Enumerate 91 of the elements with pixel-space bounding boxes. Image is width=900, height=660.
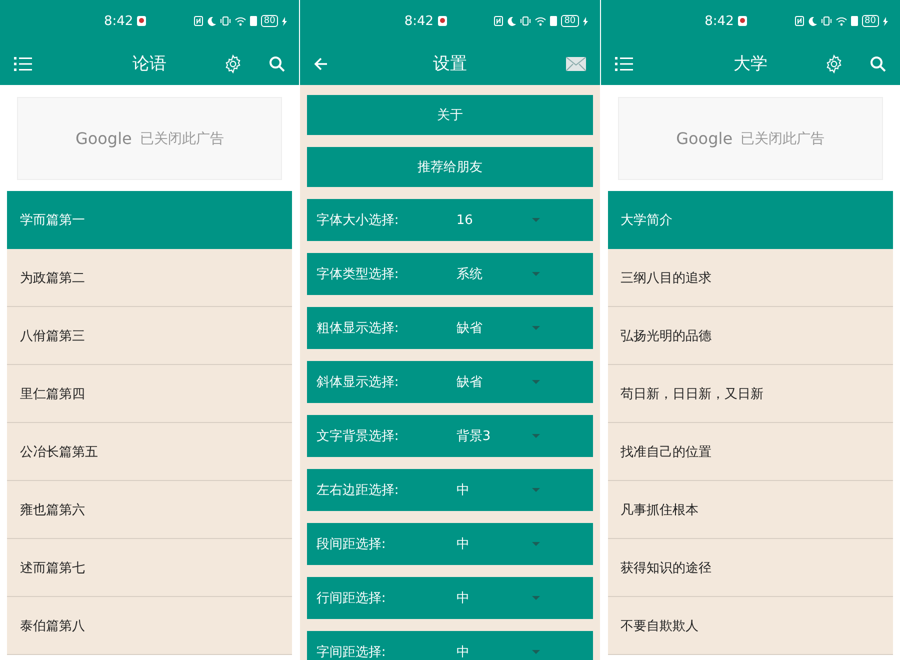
chapter-item[interactable]: 获得知识的途径 (608, 539, 893, 597)
ad-brand: Google (676, 129, 733, 148)
vibrate-icon (520, 16, 532, 26)
chapter-item[interactable]: 找准自己的位置 (608, 423, 893, 481)
notification-icon (438, 16, 447, 26)
chapter-item[interactable]: 弘扬光明的品德 (608, 307, 893, 365)
chapter-item[interactable]: 大学简介 (608, 191, 893, 249)
status-time: 8:42 (404, 14, 434, 28)
chapter-item[interactable]: 里仁篇第四 (7, 365, 292, 423)
search-button[interactable] (269, 56, 286, 72)
nfc-icon (494, 16, 504, 26)
status-time: 8:42 (704, 14, 734, 28)
setting-dropdown[interactable]: 中 (456, 481, 540, 499)
moon-icon (808, 16, 817, 26)
menu-icon (614, 56, 633, 70)
caret-icon (532, 434, 540, 438)
wifi-icon (535, 16, 546, 26)
setting-dropdown[interactable]: 中 (456, 535, 540, 553)
back-arrow-icon (314, 56, 328, 70)
screen-title: 设置 (432, 53, 467, 75)
setting-label: 段间距选择: (316, 536, 387, 553)
setting-dropdown[interactable]: 系统 (456, 265, 540, 283)
wifi-icon (234, 16, 246, 26)
setting-label: 字体大小选择: (316, 212, 400, 229)
caret-icon (532, 596, 540, 600)
charging-icon (282, 16, 288, 26)
setting-dropdown[interactable]: 缺省 (456, 373, 540, 391)
mail-button[interactable] (566, 56, 586, 70)
setting-label: 文字背景选择: (316, 428, 400, 445)
setting-label: 左右边距选择: (316, 482, 400, 499)
caret-icon (532, 542, 540, 546)
chapter-item[interactable]: 为政篇第二 (7, 249, 292, 307)
charging-icon (582, 16, 588, 26)
chapter-item[interactable]: 泰伯篇第八 (7, 597, 292, 655)
moon-icon (507, 16, 516, 26)
chapter-item[interactable]: 雍也篇第六 (7, 481, 292, 539)
caret-icon (532, 650, 540, 654)
vibrate-icon (820, 16, 832, 26)
battery-level: 80 (260, 15, 278, 27)
chapter-item[interactable]: 学而篇第一 (7, 191, 292, 249)
chapter-item[interactable]: 八佾篇第三 (7, 307, 292, 365)
setting-dropdown[interactable]: 背景3 (456, 427, 540, 445)
setting-dropdown[interactable]: 缺省 (456, 319, 540, 337)
search-icon (269, 56, 286, 72)
chapter-item[interactable]: 苟日新，日日新，又日新 (608, 365, 893, 423)
caret-icon (532, 488, 540, 492)
nfc-icon (794, 16, 804, 26)
caret-icon (532, 272, 540, 276)
settings-button[interactable]: 推荐给朋友 (307, 147, 593, 187)
envelope-icon (566, 56, 586, 70)
setting-label: 粗体显示选择: (316, 320, 400, 337)
menu-button[interactable] (14, 56, 32, 70)
battery-level: 80 (862, 15, 879, 27)
status-time: 8:42 (104, 14, 134, 28)
back-button[interactable] (314, 56, 328, 70)
caret-icon (532, 380, 540, 384)
caret-icon (532, 326, 540, 330)
notification-icon (738, 16, 747, 26)
battery-level: 80 (561, 15, 579, 27)
setting-label: 行间距选择: (316, 590, 387, 607)
notification-icon (137, 16, 146, 26)
setting-label: 字体类型选择: (316, 266, 400, 283)
battery-saver-icon (850, 16, 858, 26)
menu-icon (14, 56, 32, 70)
menu-button[interactable] (614, 56, 633, 70)
setting-dropdown[interactable]: 中 (456, 643, 540, 660)
chapter-item[interactable]: 三纲八目的追求 (608, 249, 893, 307)
battery-saver-icon (550, 16, 558, 26)
vibrate-icon (220, 16, 231, 26)
setting-label: 斜体显示选择: (316, 374, 400, 391)
setting-dropdown[interactable]: 16 (456, 212, 540, 228)
chapter-item[interactable]: 不要自欺欺人 (608, 597, 893, 655)
battery-saver-icon (250, 16, 257, 26)
search-icon (870, 56, 886, 72)
wifi-icon (836, 16, 847, 26)
setting-label: 字间距选择: (316, 644, 387, 660)
ad-brand: Google (75, 129, 132, 148)
caret-icon (532, 218, 540, 222)
ad-closed-text: 已关闭此广告 (140, 130, 224, 148)
charging-icon (882, 16, 888, 26)
screen-title: 论语 (132, 53, 167, 75)
settings-button[interactable]: 关于 (307, 95, 593, 135)
chapter-item[interactable]: 凡事抓住根本 (608, 481, 893, 539)
screen-title: 大学 (733, 53, 768, 75)
ad-closed-text: 已关闭此广告 (740, 130, 825, 148)
search-button[interactable] (870, 56, 886, 72)
setting-dropdown[interactable]: 中 (456, 589, 540, 607)
chapter-item[interactable]: 述而篇第七 (7, 539, 292, 597)
moon-icon (206, 16, 216, 26)
nfc-icon (194, 16, 203, 26)
chapter-item[interactable]: 公冶长篇第五 (7, 423, 292, 481)
